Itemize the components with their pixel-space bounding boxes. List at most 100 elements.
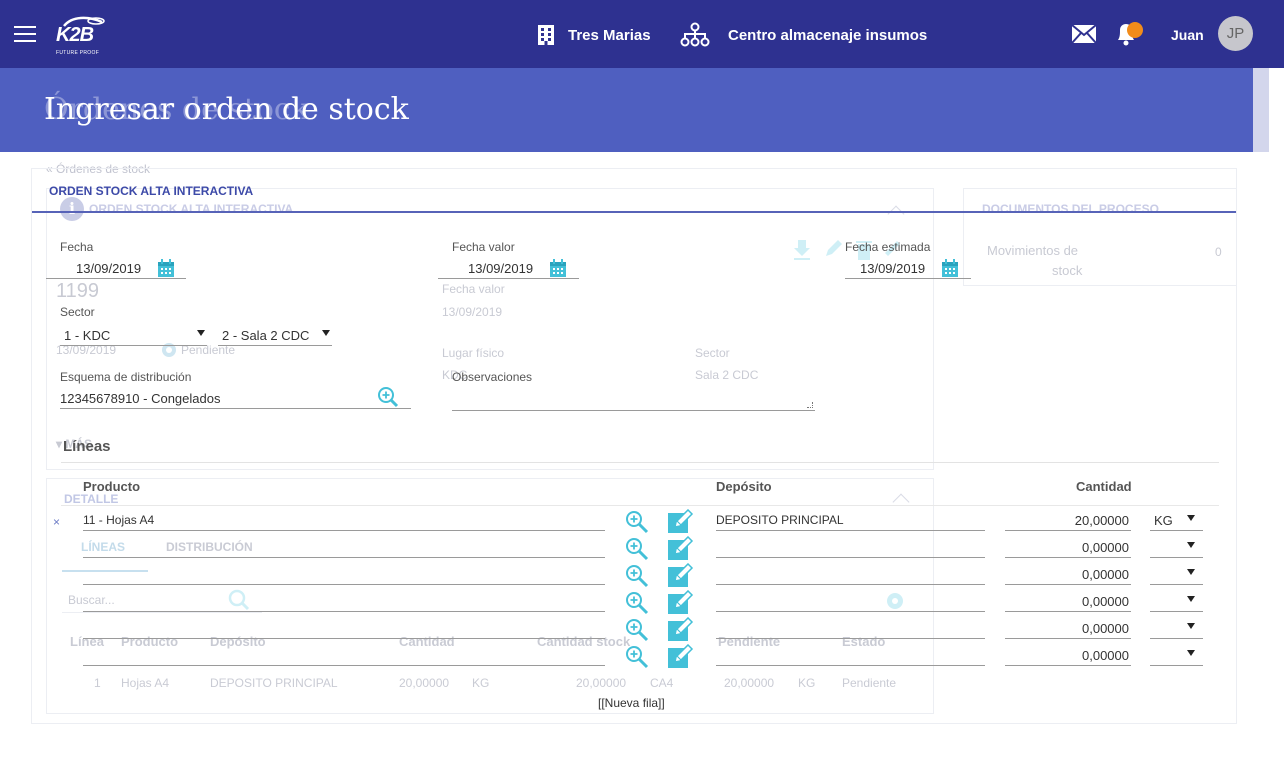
producto-field[interactable] bbox=[83, 619, 605, 639]
zoom-in-icon[interactable] bbox=[624, 591, 650, 620]
deposito-field[interactable] bbox=[716, 619, 985, 639]
cantidad-field[interactable]: 0,00000 bbox=[1005, 538, 1131, 558]
cantidad-value: 0,00000 bbox=[1082, 540, 1129, 555]
cantidad-field[interactable]: 20,00000 bbox=[1005, 511, 1131, 531]
fecha-estimada-label: Fecha estimada bbox=[845, 240, 931, 254]
zoom-in-icon[interactable] bbox=[624, 618, 650, 647]
producto-field[interactable] bbox=[83, 592, 605, 612]
deposito-value: DEPOSITO PRINCIPAL bbox=[716, 513, 844, 527]
producto-field[interactable] bbox=[83, 538, 605, 558]
bg-row-codigo: CA4 bbox=[650, 676, 674, 690]
producto-field[interactable] bbox=[83, 565, 605, 585]
zoom-in-icon[interactable] bbox=[624, 537, 650, 566]
cantidad-value: 20,00000 bbox=[1074, 513, 1129, 528]
zoom-in-icon[interactable] bbox=[624, 510, 650, 539]
sector-select-2[interactable]: 2 - Sala 2 CDC bbox=[218, 326, 332, 346]
unidad-select[interactable] bbox=[1150, 565, 1203, 585]
dropdown-arrow-icon bbox=[197, 330, 205, 336]
cantidad-value: 0,00000 bbox=[1082, 621, 1129, 636]
unidad-select[interactable] bbox=[1150, 592, 1203, 612]
producto-field[interactable]: 11 - Hojas A4 bbox=[83, 511, 605, 531]
deposito-field[interactable] bbox=[716, 538, 985, 558]
dropdown-arrow-icon bbox=[322, 330, 330, 336]
location-selector[interactable]: Centro almacenaje insumos bbox=[680, 22, 927, 48]
logo-subtext: FUTURE PROOF bbox=[56, 50, 100, 56]
sector-value-1: 1 - KDC bbox=[64, 328, 111, 343]
bg-row-producto: Hojas A4 bbox=[121, 676, 170, 690]
documents-item-cont: stock bbox=[1052, 263, 1083, 278]
dropdown-arrow-icon bbox=[1187, 596, 1195, 602]
company-selector[interactable]: Tres Marias bbox=[536, 24, 651, 46]
header-producto: Producto bbox=[83, 479, 141, 494]
page-title: Ingresar orden de stock bbox=[44, 92, 409, 127]
fecha-label: Fecha bbox=[60, 240, 94, 254]
bg-fecha-valor-label: Fecha valor bbox=[442, 282, 505, 296]
fecha-estimada-field[interactable]: 13/09/2019 bbox=[845, 259, 971, 279]
sector-select-1[interactable]: 1 - KDC bbox=[60, 326, 207, 346]
fecha-valor-field[interactable]: 13/09/2019 bbox=[438, 259, 579, 279]
bg-row-cantidad-stock: 20,00000 bbox=[576, 676, 627, 690]
dropdown-arrow-icon bbox=[1187, 650, 1195, 656]
zoom-in-icon[interactable] bbox=[377, 386, 399, 408]
fecha-valor-value: 13/09/2019 bbox=[468, 261, 534, 276]
notification-badge bbox=[1127, 22, 1143, 38]
info-icon: i bbox=[60, 197, 84, 221]
documents-count: 0 bbox=[1215, 245, 1222, 259]
company-name: Tres Marias bbox=[568, 26, 651, 44]
mail-icon[interactable] bbox=[1071, 24, 1097, 44]
unidad-select[interactable] bbox=[1150, 538, 1203, 558]
unidad-select[interactable] bbox=[1150, 619, 1203, 639]
calendar-icon[interactable] bbox=[549, 259, 567, 278]
scrollbar[interactable] bbox=[1253, 68, 1269, 152]
deposito-field[interactable] bbox=[716, 646, 985, 666]
cantidad-field[interactable]: 0,00000 bbox=[1005, 592, 1131, 612]
deposito-field[interactable] bbox=[716, 592, 985, 612]
hamburger-menu-icon[interactable] bbox=[14, 26, 36, 42]
bg-sector-value: Sala 2 CDC bbox=[695, 368, 759, 382]
cantidad-value: 0,00000 bbox=[1082, 567, 1129, 582]
header-deposito: Depósito bbox=[716, 479, 772, 494]
dropdown-arrow-icon bbox=[1187, 542, 1195, 548]
bg-row-estado: Pendiente bbox=[842, 676, 897, 690]
observaciones-textarea[interactable] bbox=[452, 389, 815, 411]
new-row-link[interactable]: [[Nueva fila]] bbox=[598, 696, 665, 710]
dropdown-arrow-icon bbox=[1187, 569, 1195, 575]
esquema-label: Esquema de distribución bbox=[60, 370, 192, 384]
avatar[interactable]: JP bbox=[1218, 16, 1253, 51]
unidad-select[interactable]: KG bbox=[1150, 511, 1203, 531]
logo-text: K2B bbox=[56, 24, 94, 46]
cantidad-field[interactable]: 0,00000 bbox=[1005, 646, 1131, 666]
zoom-in-icon[interactable] bbox=[624, 645, 650, 674]
producto-value: 11 - Hojas A4 bbox=[83, 513, 155, 527]
lineas-divider bbox=[61, 462, 1219, 463]
resize-handle-icon[interactable] bbox=[807, 402, 813, 408]
unidad-select[interactable] bbox=[1150, 646, 1203, 666]
user-name[interactable]: Juan bbox=[1171, 27, 1204, 43]
edit-icon[interactable] bbox=[667, 643, 695, 675]
dropdown-arrow-icon bbox=[1187, 623, 1195, 629]
deposito-field[interactable]: DEPOSITO PRINCIPAL bbox=[716, 511, 985, 531]
calendar-icon[interactable] bbox=[941, 259, 959, 278]
top-bar: K2B FUTURE PROOF Tres Marias Centro alma… bbox=[0, 0, 1284, 68]
download-icon bbox=[794, 240, 810, 256]
calendar-icon[interactable] bbox=[157, 259, 175, 278]
lineas-title: Líneas bbox=[63, 438, 111, 455]
sector-label: Sector bbox=[60, 305, 95, 319]
documents-title: DOCUMENTOS DEL PROCESO bbox=[982, 202, 1159, 216]
location-name: Centro almacenaje insumos bbox=[728, 26, 928, 44]
bg-row-cantidad: 20,00000 bbox=[399, 676, 450, 690]
sector-value-2: 2 - Sala 2 CDC bbox=[222, 328, 310, 343]
remove-row-icon[interactable]: × bbox=[53, 515, 60, 529]
documents-item[interactable]: Movimientos de bbox=[987, 243, 1078, 258]
cantidad-field[interactable]: 0,00000 bbox=[1005, 619, 1131, 639]
bg-row-deposito: DEPOSITO PRINCIPAL bbox=[210, 676, 338, 690]
cantidad-value: 0,00000 bbox=[1082, 648, 1129, 663]
producto-field[interactable] bbox=[83, 646, 605, 666]
deposito-field[interactable] bbox=[716, 565, 985, 585]
zoom-in-icon[interactable] bbox=[624, 564, 650, 593]
fecha-field[interactable]: 13/09/2019 bbox=[46, 259, 186, 279]
esquema-field[interactable]: 12345678910 - Congelados bbox=[60, 389, 411, 409]
k2b-logo[interactable]: K2B FUTURE PROOF bbox=[56, 14, 108, 56]
cantidad-field[interactable]: 0,00000 bbox=[1005, 565, 1131, 585]
building-icon bbox=[538, 25, 554, 45]
